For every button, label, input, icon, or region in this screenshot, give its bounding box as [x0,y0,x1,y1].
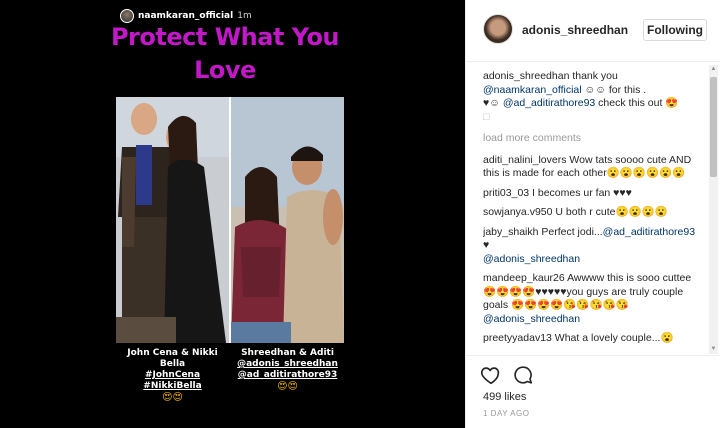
load-more-comments-link[interactable]: load more comments [483,132,703,146]
right-caption-title: Shreedhan & Aditi [241,348,334,358]
comment-icon[interactable] [512,364,534,386]
comment-username[interactable]: aditi_nalini_lovers [483,154,566,166]
caption-username[interactable]: adonis_shreedhan [483,70,569,82]
comment-username[interactable]: sowjanya.v950 [483,206,552,218]
comment-item: jaby_shaikh Perfect jodi...@ad_aditirath… [483,226,703,267]
comment-mention[interactable]: @adonis_shreedhan [483,253,580,265]
comment-text: Perfect jodi... [538,225,603,238]
comment-item: aditi_nalini_lovers Wow tats soooo cute … [483,154,703,181]
avatar[interactable] [483,14,513,44]
story-time: 1m [237,11,252,21]
right-caption: Shreedhan & Aditi @adonis_shreedhan @ad_… [231,348,344,392]
right-caption-emoji: 😍😍 [277,381,298,392]
left-caption-emoji: 😍😍 [162,392,183,403]
left-caption: John Cena & Nikki Bella #JohnCena #Nikki… [116,348,229,403]
caption-text-3: ♥☺ [483,97,503,109]
scroll-thumb[interactable] [710,77,717,177]
following-button[interactable]: Following [643,19,707,41]
post-header: adonis_shreedhan Following [466,0,720,62]
couple-photo-right [231,97,344,343]
post-actions: 499 likes 1 DAY AGO [466,355,720,428]
comments-scrollbar[interactable]: ▲ ▼ [709,65,718,354]
couple-photo-left-illustration [116,97,229,343]
comment-item: sowjanya.v950 U both r cute😮😮😮😮 [483,206,703,220]
caption-text-4: check this out 😍 [595,97,679,109]
caption-mention-2[interactable]: @ad_aditirathore93 [503,97,595,109]
scroll-up-arrow-icon[interactable]: ▲ [709,65,718,74]
post-caption: adonis_shreedhan thank you @naamkaran_of… [483,70,703,124]
story-headline-line2: Love [194,56,256,84]
comment-username[interactable]: priti03_03 [483,187,529,199]
caption-mention-1[interactable]: @naamkaran_official [483,84,582,96]
story-image: naamkaran_official 1m Protect What You L… [0,0,465,428]
comment-text: What a lovely couple...😮 [551,332,674,344]
caption-text-5: □ [483,110,490,123]
likes-count[interactable]: 499 likes [483,391,526,403]
scroll-down-arrow-icon[interactable]: ▼ [709,345,718,354]
comment-item: priti03_03 I becomes ur fan ♥♥♥ [483,187,703,201]
comment-username[interactable]: preetyyadav13 [483,332,552,344]
comment-text-after: ♥ [483,239,490,251]
post-timestamp: 1 DAY AGO [483,409,530,418]
comment-text: I becomes ur fan ♥♥♥ [529,186,632,199]
story-header: naamkaran_official 1m [120,9,252,23]
comment-item: mandeep_kaur26 Awwww this is sooo cuttee… [483,272,703,326]
left-caption-hashtag-2[interactable]: #NikkiBella [116,381,229,392]
comment-text: U both r cute😮😮😮😮 [552,206,668,218]
caption-text-2: ☺☺ for this . [581,83,647,96]
comment-item: preetyyadav13 What a lovely couple...😮 [483,332,703,346]
left-caption-hashtag-1[interactable]: #JohnCena [116,370,229,381]
comment-mention[interactable]: @ad_aditirathore93 [603,226,695,238]
comments-list: adonis_shreedhan thank you @naamkaran_of… [483,70,703,354]
right-caption-mention-1[interactable]: @adonis_shreedhan [231,359,344,370]
comment-username[interactable]: jaby_shaikh [483,226,538,238]
caption-text-1: thank you [569,70,618,82]
story-avatar [120,9,134,23]
couple-photo-right-illustration [231,97,344,343]
left-caption-title: John Cena & Nikki Bella [127,348,218,369]
post-username[interactable]: adonis_shreedhan [522,23,628,37]
heart-icon[interactable] [480,364,502,386]
story-username: naamkaran_official [138,11,234,21]
couple-photo-left [116,97,229,343]
comment-mention[interactable]: @adonis_shreedhan [483,313,580,325]
comment-username[interactable]: mandeep_kaur26 [483,272,565,284]
post-panel: adonis_shreedhan Following adonis_shreed… [465,0,720,428]
story-headline-line1: Protect What You [110,23,340,51]
right-caption-mention-2[interactable]: @ad_aditirathore93 [231,370,344,381]
